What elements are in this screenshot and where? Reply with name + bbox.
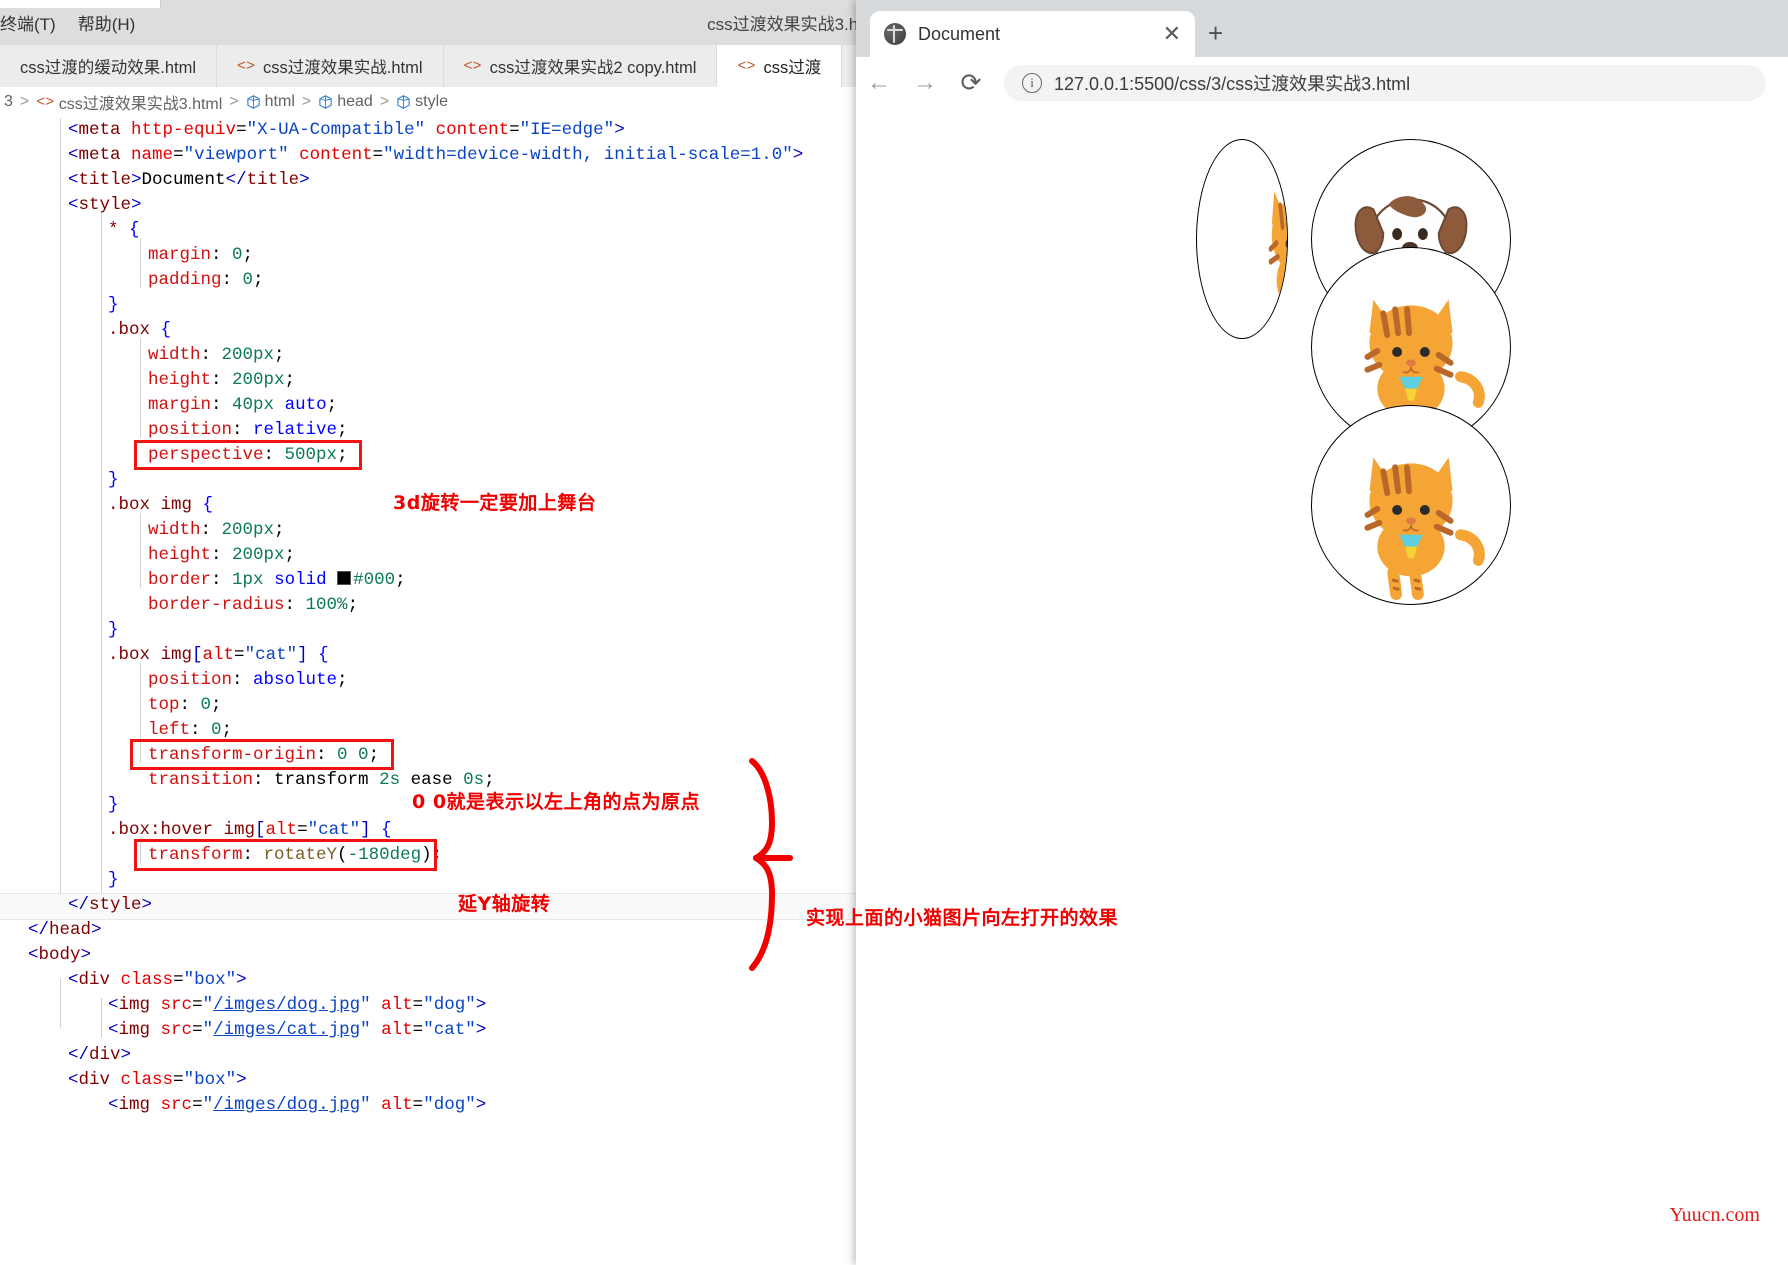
code-line: .box { [108, 320, 172, 340]
code-line: height: 200px; [148, 370, 296, 390]
cat-image-rotating [1196, 139, 1288, 339]
code-line: border-radius: 100%; [148, 595, 359, 615]
html-element-icon [246, 94, 261, 110]
menubar-tab-stub [0, 0, 161, 8]
watermark: Yuucn.com [1669, 1204, 1760, 1226]
code-line: position: absolute; [148, 670, 348, 690]
back-icon[interactable]: ← [856, 60, 902, 106]
browser-window: Document ✕ + ← → ⟳ i 127.0.0.1:5500/css/… [856, 0, 1788, 1265]
breadcrumb-item-2[interactable]: html [265, 93, 295, 111]
menu-items: 终端(T) 帮助(H) [0, 10, 157, 35]
color-swatch [337, 571, 352, 585]
code-line: width: 200px; [148, 345, 285, 365]
browser-navbar: ← → ⟳ i 127.0.0.1:5500/css/3/css过渡效果实战3.… [856, 57, 1788, 109]
code-line: <style> [68, 195, 142, 215]
globe-favicon-icon [884, 23, 906, 45]
breadcrumb-separator: > [19, 93, 30, 110]
code-line: height: 200px; [148, 545, 296, 565]
new-tab-icon[interactable]: + [1208, 20, 1223, 46]
breadcrumb-item-1[interactable]: css过渡效果实战3.html [59, 90, 223, 114]
editor-tab-2[interactable]: <> css过渡效果实战2 copy.html [443, 45, 718, 87]
code-line: <meta http-equiv="X-UA-Compatible" conte… [68, 120, 625, 140]
indent-guide [60, 118, 61, 900]
indent-guide [101, 998, 102, 1038]
breadcrumb-separator: > [379, 93, 390, 110]
editor-tab-0[interactable]: css过渡的缓动效果.html [0, 45, 218, 87]
editor-tab-label: css过渡效果实战2 copy.html [489, 59, 697, 77]
code-line: <title>Document</title> [68, 170, 310, 190]
highlight-box-rotatey [134, 839, 437, 871]
browser-tab[interactable]: Document ✕ [870, 11, 1195, 57]
code-line: </div> [68, 1045, 132, 1065]
code-tag-icon: <> [463, 57, 482, 75]
highlight-box-transform-origin [130, 739, 394, 770]
code-tag-icon: <> [36, 93, 55, 111]
style-element-icon [396, 94, 411, 110]
address-bar[interactable]: i 127.0.0.1:5500/css/3/css过渡效果实战3.html [1004, 65, 1766, 101]
code-line: </style> [68, 895, 153, 915]
reload-icon[interactable]: ⟳ [948, 60, 994, 106]
indent-guide [101, 212, 102, 900]
menu-item-terminal[interactable]: 终端(T) [0, 15, 56, 34]
code-line: } [108, 620, 119, 640]
code-line: <meta name="viewport" content="width=dev… [68, 145, 804, 165]
menu-item-help[interactable]: 帮助(H) [78, 15, 136, 34]
code-line: <body> [28, 945, 92, 965]
editor-tab-label: css过渡效果实战.html [263, 59, 423, 77]
code-line: border: 1px solid #000; [148, 570, 406, 590]
close-icon[interactable]: ✕ [1163, 23, 1181, 45]
browser-tabstrip: Document ✕ + [856, 0, 1788, 57]
editor-tab-label: css过渡的缓动效果.html [20, 59, 197, 77]
page-viewport: Yuucn.com [856, 109, 1788, 1265]
editor-tab-3[interactable]: <> css过渡 [717, 45, 843, 87]
editor-tab-1[interactable]: <> css过渡效果实战.html [217, 45, 444, 87]
code-line: } [108, 295, 119, 315]
code-tag-icon: <> [737, 57, 756, 75]
cat-illustration [1268, 191, 1287, 334]
code-line: width: 200px; [148, 520, 285, 540]
code-line: <div class="box"> [68, 1070, 247, 1090]
indent-guide [60, 998, 61, 1028]
code-tag-icon: <> [237, 57, 256, 75]
url-text: 127.0.0.1:5500/css/3/css过渡效果实战3.html [1054, 74, 1411, 94]
indent-guide [140, 338, 141, 438]
code-line: .box img[alt="cat"] { [108, 645, 329, 665]
highlight-box-perspective [134, 440, 362, 470]
code-line: } [108, 470, 119, 490]
breadcrumb-item-3[interactable]: head [337, 93, 373, 111]
code-line: margin: 40px auto; [148, 395, 338, 415]
code-line: transition: transform 2s ease 0s; [148, 770, 495, 790]
code-line: padding: 0; [148, 270, 264, 290]
code-line: } [108, 795, 119, 815]
editor-tab-label: css过渡 [763, 59, 822, 77]
code-line: <img src="/imges/dog.jpg" alt="dog"> [108, 995, 487, 1015]
breadcrumb-separator: > [301, 93, 312, 110]
code-line: * { [108, 220, 140, 240]
box-3[interactable] [1311, 405, 1511, 605]
breadcrumb-separator: > [229, 93, 239, 110]
indent-guide [140, 513, 141, 588]
code-line: .box img { [108, 495, 214, 515]
cat-illustration [1364, 457, 1485, 601]
code-line: top: 0; [148, 695, 222, 715]
breadcrumb-item-4[interactable]: style [415, 93, 448, 111]
forward-icon[interactable]: → [902, 60, 948, 106]
code-line: <img src="/imges/cat.jpg" alt="cat"> [108, 1020, 487, 1040]
code-line: </head> [28, 920, 102, 940]
code-line: margin: 0; [148, 245, 254, 265]
code-line: <img src="/imges/dog.jpg" alt="dog"> [108, 1095, 487, 1115]
browser-tab-title: Document [918, 23, 1001, 44]
site-info-icon[interactable]: i [1022, 73, 1042, 93]
breadcrumb-item-0[interactable]: 3 [4, 93, 13, 111]
code-line: <div class="box"> [68, 970, 247, 990]
cat-image-circle [1311, 405, 1511, 605]
code-line: } [108, 870, 119, 890]
indent-guide [140, 238, 141, 288]
head-element-icon [318, 94, 333, 110]
